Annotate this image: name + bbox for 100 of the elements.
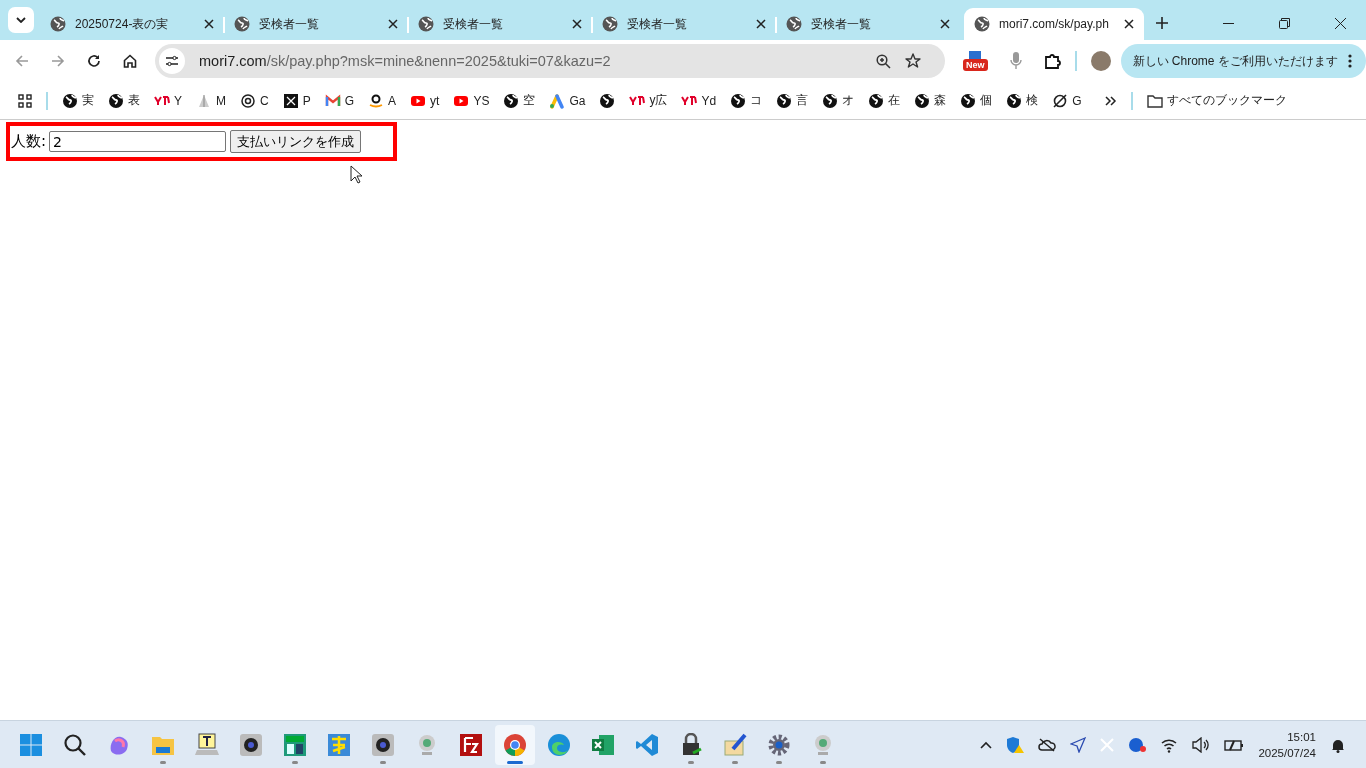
star-icon[interactable]: [905, 53, 921, 69]
browser-tab[interactable]: 受検者一覧: [776, 8, 960, 40]
cloud-off-icon[interactable]: [1038, 737, 1057, 752]
profile-avatar[interactable]: [1090, 51, 1111, 71]
browser-tab[interactable]: mori7.com/sk/pay.ph: [964, 8, 1144, 40]
globe-icon: [62, 92, 78, 109]
bookmark[interactable]: Yd: [681, 92, 717, 109]
close-icon[interactable]: [204, 19, 214, 29]
create-payment-link-button[interactable]: 支払いリンクを作成: [230, 130, 362, 153]
bookmark[interactable]: 検: [1006, 92, 1039, 109]
bookmark[interactable]: YS: [453, 92, 490, 109]
send-arrow-icon[interactable]: [1070, 736, 1087, 753]
back-arrow-icon[interactable]: [15, 54, 29, 68]
address-bar[interactable]: mori7.com/sk/pay.php?msk=mine&nenn=2025&tuki=07&kazu=2: [155, 44, 945, 78]
edge-icon: [547, 732, 571, 757]
chrome-icon: [503, 732, 527, 757]
bookmark[interactable]: 実: [62, 92, 94, 109]
bookmark[interactable]: 森: [914, 92, 947, 109]
all-bookmarks-folder[interactable]: すべてのブックマーク: [1147, 92, 1288, 109]
chevron-down-icon: [16, 17, 26, 23]
camera-icon: [371, 732, 395, 757]
browser-tab[interactable]: 受検者一覧: [592, 8, 776, 40]
microphone-icon[interactable]: [1009, 52, 1022, 70]
bookmark[interactable]: Ga: [549, 92, 586, 109]
reload-icon[interactable]: [87, 54, 101, 68]
tab-search-button[interactable]: [8, 7, 34, 33]
field-label: 人数:: [11, 132, 47, 151]
globe-icon: [234, 16, 250, 32]
volume-icon[interactable]: [1192, 736, 1211, 753]
bookmark[interactable]: Y: [154, 92, 182, 109]
close-icon[interactable]: [572, 19, 582, 29]
bookmark[interactable]: 在: [868, 92, 901, 109]
close-icon[interactable]: [388, 19, 398, 29]
bookmark[interactable]: G: [1052, 92, 1082, 109]
close-icon[interactable]: [940, 19, 950, 29]
puzzle-icon[interactable]: [1043, 52, 1061, 70]
bookmark[interactable]: 言: [776, 92, 809, 109]
globe-icon: [960, 92, 977, 109]
bookmark[interactable]: A: [368, 92, 397, 109]
triangle-logo-icon: [549, 92, 566, 109]
chevron-double-icon[interactable]: [1105, 95, 1118, 106]
site-settings-icon[interactable]: [159, 48, 185, 74]
tab-title: 受検者一覧: [259, 15, 320, 33]
update-chrome-button[interactable]: 新しい Chrome をご利用いただけます: [1120, 44, 1366, 78]
url-text: mori7.com/sk/pay.php?msk=mine&nenn=2025&tuki=07&kazu=2: [199, 53, 612, 69]
more-icon[interactable]: [1347, 54, 1352, 68]
zoom-icon[interactable]: [876, 53, 891, 69]
bookmark[interactable]: P: [282, 92, 311, 109]
mouse-pointer-icon: [350, 165, 362, 184]
count-input-field[interactable]: 2: [49, 131, 227, 152]
globe-icon: [786, 16, 802, 32]
tab-title: 受検者一覧: [627, 15, 688, 33]
bookmark[interactable]: G: [324, 92, 355, 109]
bookmark[interactable]: C: [240, 92, 269, 109]
home-icon[interactable]: [123, 54, 137, 68]
bookmark[interactable]: オ: [822, 92, 855, 109]
tab-title: mori7.com/sk/pay.ph: [999, 17, 1110, 31]
apps-grid-icon[interactable]: [18, 93, 32, 108]
mail-icon: [324, 92, 341, 109]
globe-icon: [108, 92, 124, 109]
close-icon[interactable]: [1124, 19, 1134, 29]
slashed-circle-icon: [1052, 92, 1069, 109]
clock[interactable]: 15:01 2025/07/24: [1258, 728, 1316, 761]
browser-tab[interactable]: 受検者一覧: [224, 8, 408, 40]
globe-icon: [776, 92, 793, 109]
app-status-icon[interactable]: [1128, 736, 1147, 753]
browser-tab[interactable]: 20250724-表の実: [40, 8, 224, 40]
globe-icon: [602, 16, 618, 32]
close-icon[interactable]: [1335, 18, 1346, 29]
forward-arrow-icon[interactable]: [51, 54, 65, 68]
bookmark[interactable]: M: [196, 92, 226, 109]
bookmark[interactable]: yt: [410, 92, 440, 109]
browser-tab[interactable]: 受検者一覧: [408, 8, 592, 40]
globe-icon: [418, 16, 434, 32]
new-tab-icon[interactable]: [1156, 17, 1168, 29]
bookmark[interactable]: y広: [629, 92, 668, 109]
battery-icon[interactable]: [1224, 737, 1245, 752]
chevron-up-icon[interactable]: [980, 740, 993, 749]
ftp-icon: [459, 732, 483, 757]
settings-icon: [767, 732, 791, 757]
globe-icon: [1006, 92, 1023, 109]
camera-icon: [239, 732, 263, 757]
restore-icon[interactable]: [1279, 18, 1290, 29]
bookmark[interactable]: [599, 92, 616, 109]
bookmark[interactable]: 表: [108, 92, 140, 109]
clock-date: 2025/07/24: [1258, 745, 1316, 761]
globe-icon: [868, 92, 885, 109]
globe-icon: [730, 92, 747, 109]
extension-button[interactable]: New: [963, 51, 988, 71]
square-logo-icon: [282, 92, 299, 109]
bookmark[interactable]: 個: [960, 92, 993, 109]
shield-warning-icon[interactable]: [1006, 735, 1025, 754]
laptop-icon: [195, 732, 219, 757]
globe-icon: [599, 92, 616, 109]
globe-icon: [974, 16, 990, 32]
wifi-icon[interactable]: [1160, 736, 1179, 753]
bookmark[interactable]: 空: [503, 92, 536, 109]
close-icon[interactable]: [756, 19, 766, 29]
bookmark[interactable]: コ: [730, 92, 763, 109]
sail-icon: [196, 92, 212, 109]
